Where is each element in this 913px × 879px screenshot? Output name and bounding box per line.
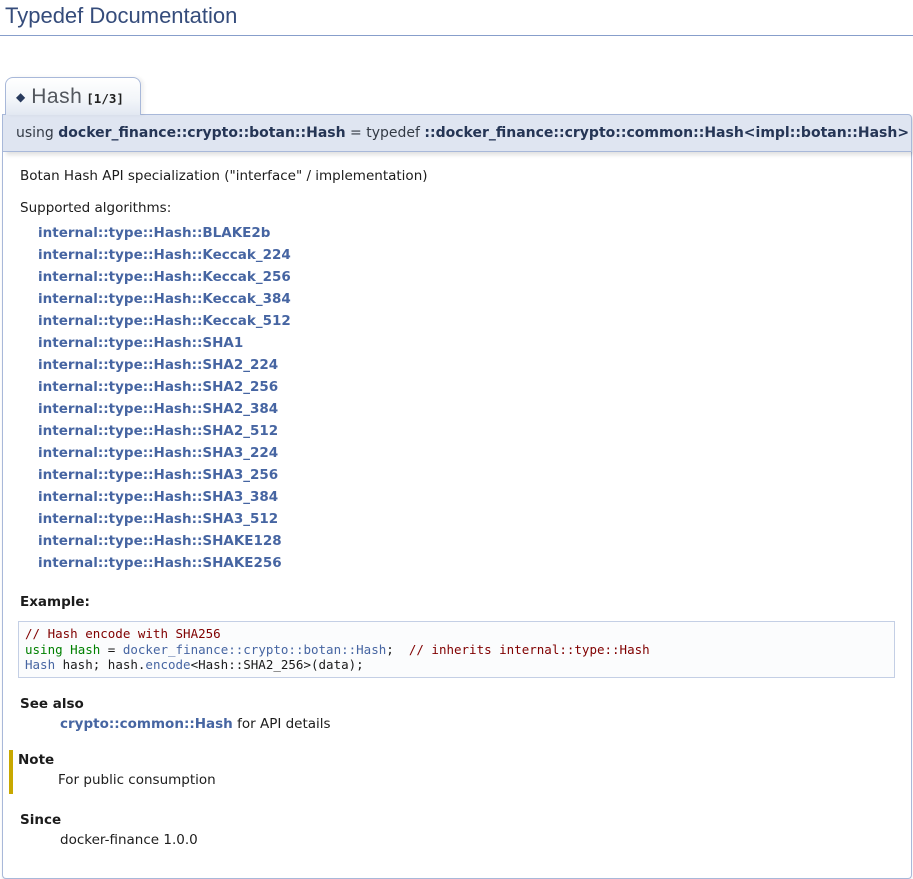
algorithm-link[interactable]: internal::type::Hash::SHA2_256 [38,379,278,395]
note-text: For public consumption [58,772,895,788]
algorithm-link[interactable]: internal::type::Hash::SHAKE256 [38,555,282,571]
code-line: using Hash = docker_finance::crypto::bot… [25,642,888,658]
declaration-type: ::docker_finance::crypto::common::Hash<i… [424,125,909,141]
algorithm-link[interactable]: internal::type::Hash::Keccak_256 [38,269,291,285]
since-section: Since docker-finance 1.0.0 [20,812,895,848]
algorithm-link[interactable]: internal::type::Hash::SHA3_224 [38,445,278,461]
list-item: internal::type::Hash::SHA2_256 [38,376,895,398]
declaration-equals: = typedef [346,125,425,141]
code-type: Hash [70,642,100,657]
algorithm-link[interactable]: internal::type::Hash::BLAKE2b [38,225,270,241]
declaration-name: docker_finance::crypto::botan::Hash [58,125,345,141]
algorithms-list: internal::type::Hash::BLAKE2b internal::… [18,222,895,574]
see-also-link[interactable]: crypto::common::Hash [60,716,233,732]
list-item: internal::type::Hash::SHA2_384 [38,398,895,420]
algorithm-link[interactable]: internal::type::Hash::SHA2_512 [38,423,278,439]
code-link-encode[interactable]: encode [145,657,190,672]
permalink-anchor-icon[interactable]: ◆ [16,90,25,104]
member-documentation: Botan Hash API specialization ("interfac… [2,152,912,879]
list-item: internal::type::Hash::SHAKE128 [38,530,895,552]
member-tab: ◆ Hash [1/3] [5,77,141,115]
member-item: ◆Hash[1/3] using docker_finance::crypto:… [2,77,912,879]
list-item: internal::type::Hash::SHA2_224 [38,354,895,376]
declaration-keyword: using [16,125,58,141]
see-also-content: crypto::common::Hash for API details [60,716,895,732]
algorithms-label: Supported algorithms: [20,200,895,216]
list-item: internal::type::Hash::Keccak_384 [38,288,895,310]
code-text: = [100,642,123,657]
list-item: internal::type::Hash::SHA2_512 [38,420,895,442]
list-item: internal::type::Hash::Keccak_224 [38,244,895,266]
algorithm-link[interactable]: internal::type::Hash::SHAKE128 [38,533,282,549]
example-heading: Example: [20,594,895,610]
algorithm-link[interactable]: internal::type::Hash::SHA2_224 [38,357,278,373]
since-label: Since [20,812,895,828]
page-title: Typedef Documentation [0,0,913,36]
code-comment: // inherits internal::type::Hash [409,642,650,657]
list-item: internal::type::Hash::SHA3_224 [38,442,895,464]
list-item: internal::type::Hash::Keccak_512 [38,310,895,332]
algorithm-link[interactable]: internal::type::Hash::SHA2_384 [38,401,278,417]
see-also-suffix: for API details [233,716,331,732]
note-section: Note For public consumption [9,750,895,794]
algorithm-link[interactable]: internal::type::Hash::Keccak_512 [38,313,291,329]
list-item: internal::type::Hash::Keccak_256 [38,266,895,288]
algorithm-link[interactable]: internal::type::Hash::SHA3_256 [38,467,278,483]
note-label: Note [18,752,895,768]
typedef-declaration: using docker_finance::crypto::botan::Has… [2,114,912,152]
member-description: Botan Hash API specialization ("interfac… [20,168,895,184]
algorithm-link[interactable]: internal::type::Hash::Keccak_384 [38,291,291,307]
code-link-hash[interactable]: Hash [25,657,55,672]
algorithm-link[interactable]: internal::type::Hash::SHA1 [38,335,243,351]
see-also-label: See also [20,696,895,712]
code-block: // Hash encode with SHA256 using Hash = … [18,621,895,678]
code-text: <Hash::SHA2_256>(data); [191,657,364,672]
algorithm-link[interactable]: internal::type::Hash::SHA3_384 [38,489,278,505]
algorithm-link[interactable]: internal::type::Hash::Keccak_224 [38,247,291,263]
list-item: internal::type::Hash::SHAKE256 [38,552,895,574]
code-comment: // Hash encode with SHA256 [25,626,221,641]
list-item: internal::type::Hash::SHA3_512 [38,508,895,530]
since-text: docker-finance 1.0.0 [60,832,895,848]
list-item: internal::type::Hash::SHA3_256 [38,464,895,486]
algorithm-link[interactable]: internal::type::Hash::SHA3_512 [38,511,278,527]
list-item: internal::type::Hash::BLAKE2b [38,222,895,244]
see-also-section: See also crypto::common::Hash for API de… [20,696,895,732]
list-item: internal::type::Hash::SHA3_384 [38,486,895,508]
code-keyword: using [25,642,63,657]
code-line: Hash hash; hash.encode<Hash::SHA2_256>(d… [25,657,888,673]
code-text: ; [386,642,409,657]
code-text: hash; hash. [55,657,145,672]
member-tab-title: Hash [31,85,82,108]
member-overload-index: [1/3] [86,91,124,106]
code-line: // Hash encode with SHA256 [25,626,888,642]
list-item: internal::type::Hash::SHA1 [38,332,895,354]
code-link-botan-hash[interactable]: docker_finance::crypto::botan::Hash [123,642,386,657]
